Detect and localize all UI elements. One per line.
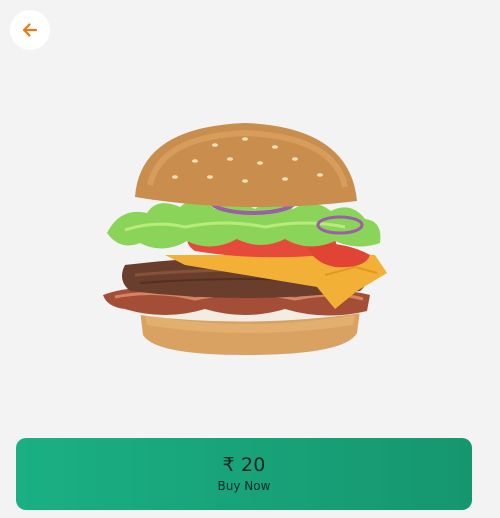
burger-image bbox=[95, 115, 395, 365]
price-label: ₹ 20 bbox=[222, 454, 266, 476]
back-button[interactable] bbox=[10, 10, 50, 50]
arrow-left-icon bbox=[20, 20, 40, 40]
buy-now-label: Buy Now bbox=[217, 479, 271, 493]
buy-now-button[interactable]: ₹ 20 Buy Now bbox=[16, 438, 472, 510]
